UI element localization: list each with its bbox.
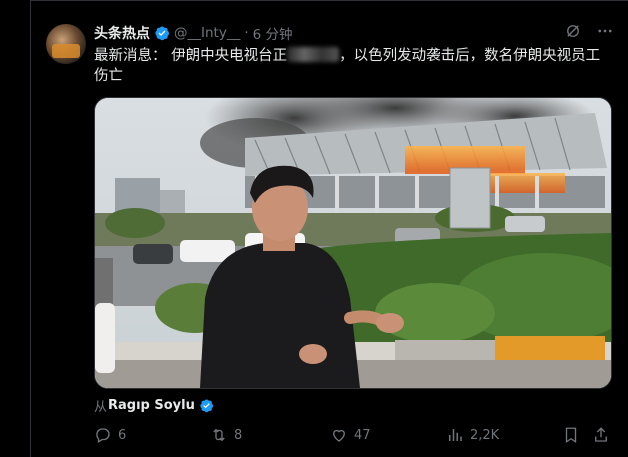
like-icon [333,429,345,442]
separator-dot: · [244,25,249,41]
views-count: 2,2K [470,427,500,443]
verified-badge-icon [200,399,213,413]
retweet-count: 8 [234,427,243,443]
author-avatar[interactable] [46,24,86,64]
attribution-source[interactable]: Ragıp Soylu [108,398,195,413]
grok-icon[interactable] [564,22,582,40]
retweet-button[interactable]: 8 [210,426,242,444]
reply-count: 6 [118,427,127,443]
reply-button[interactable]: 6 [94,426,126,444]
tweet-actions: 6 8 47 2,2K [94,426,618,448]
reply-icon [96,428,110,443]
more-icon[interactable] [596,22,614,40]
attribution-prefix: 从 [94,400,108,415]
video-frame [95,98,611,388]
author-name[interactable]: 头条热点 [94,23,150,43]
retweet-icon [213,428,225,442]
verified-badge-icon [155,26,169,41]
video-attribution: 从 Ragıp Soylu [94,396,214,415]
like-count: 47 [354,427,371,443]
share-button[interactable] [592,426,610,444]
like-button[interactable]: 47 [330,426,371,444]
tweet-header: 头条热点 @__Inty__ · 6 分钟 [94,22,293,44]
tweet-top-actions [564,22,614,40]
redacted-text-blur [287,47,340,62]
share-icon [595,427,607,442]
author-handle[interactable]: @__Inty__ [174,25,240,41]
tweet-text-part-1: 最新消息： 伊朗中央电视台正 [94,48,288,64]
bookmark-button[interactable] [562,426,580,444]
tweet-video[interactable] [94,97,612,389]
views-button[interactable]: 2,2K [446,426,499,444]
bookmark-icon [565,427,577,444]
tweet-text: 最新消息： 伊朗中央电视台正 ，以色列发动袭击后，数名伊朗央视员工伤亡 [94,46,614,86]
tweet-time[interactable]: 6 分钟 [253,23,293,43]
views-icon [449,429,462,441]
